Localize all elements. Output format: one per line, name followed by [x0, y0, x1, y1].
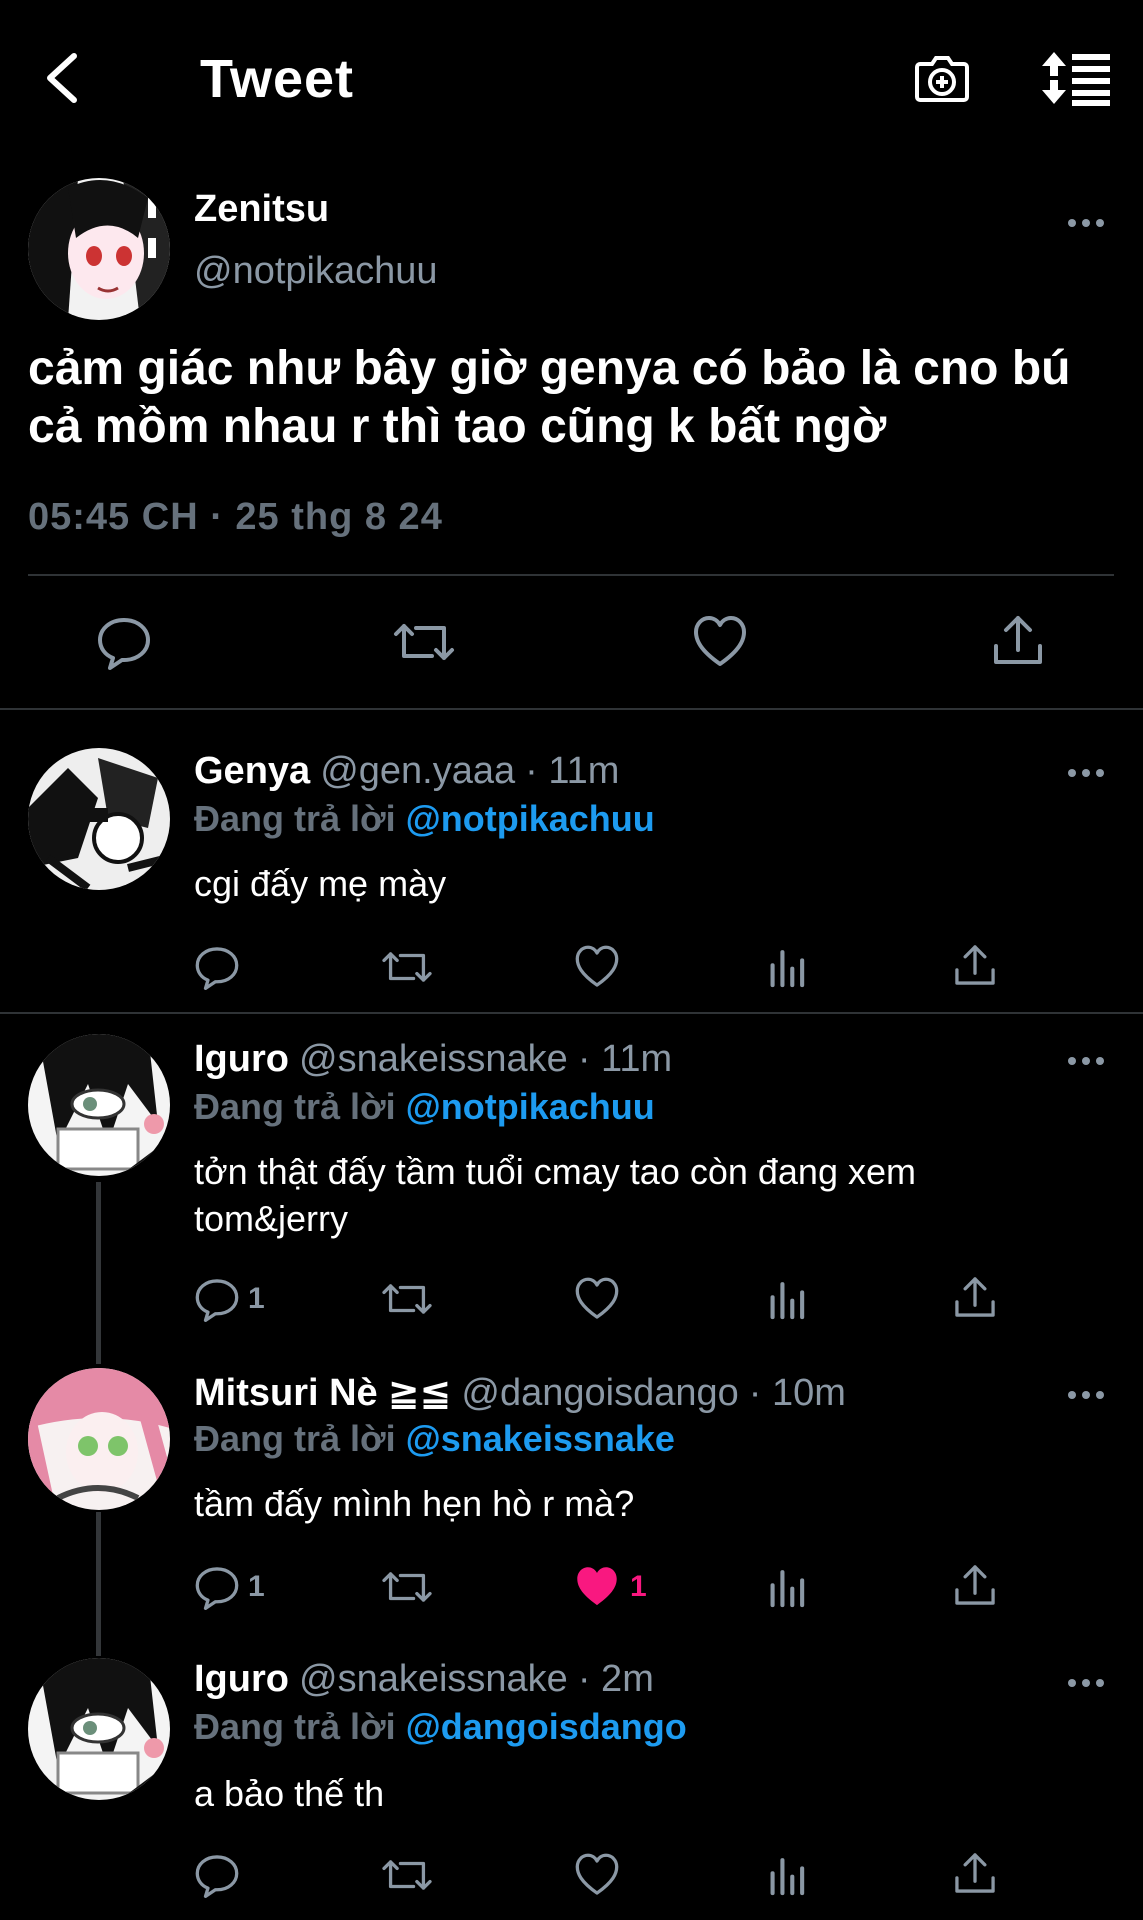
like-icon[interactable] [574, 944, 620, 990]
share-icon[interactable] [990, 612, 1046, 668]
avatar[interactable] [28, 748, 170, 890]
replying-to-label: Đang trả lời [194, 1706, 396, 1747]
more-options-icon[interactable] [1066, 766, 1106, 780]
replying-to-label: Đang trả lời [194, 798, 396, 839]
author-handle[interactable]: @dangoisdango [461, 1372, 738, 1414]
thread-line [96, 1512, 101, 1656]
thread-line [96, 1182, 101, 1364]
reply-count: 1 [248, 1570, 265, 1603]
views-icon[interactable] [766, 1852, 812, 1898]
avatar[interactable] [28, 1658, 170, 1800]
add-photo-camera-icon[interactable] [912, 48, 972, 108]
author-name[interactable]: Iguro [194, 1658, 289, 1700]
avatar[interactable] [28, 1034, 170, 1176]
divider [0, 708, 1143, 710]
author-name[interactable]: Genya [194, 750, 310, 792]
divider [0, 1012, 1143, 1014]
share-icon[interactable] [952, 1562, 998, 1608]
replying-to: Đang trả lời @notpikachuu [194, 1086, 655, 1128]
liked-heart-icon[interactable] [574, 1564, 620, 1610]
author-handle[interactable]: @snakeissnake [299, 1038, 568, 1080]
more-options-icon[interactable] [1066, 1388, 1106, 1402]
more-options-icon[interactable] [1066, 1054, 1106, 1068]
author-handle[interactable]: @snakeissnake [299, 1658, 568, 1700]
avatar[interactable] [28, 178, 170, 320]
avatar-image [28, 1658, 170, 1800]
share-icon[interactable] [952, 1274, 998, 1320]
replying-to: Đang trả lời @dangoisdango [194, 1706, 687, 1748]
reply-time: · 10m [748, 1372, 846, 1414]
reply-icon[interactable] [96, 614, 152, 670]
replying-to-label: Đang trả lời [194, 1418, 396, 1459]
author-name[interactable]: Iguro [194, 1038, 289, 1080]
reply-count: 1 [248, 1282, 265, 1315]
reply-text: cgi đấy mẹ mày [194, 863, 447, 904]
replying-to: Đang trả lời @snakeissnake [194, 1418, 675, 1460]
reply-text: tầm đấy mình hẹn hò r mà? [194, 1483, 635, 1524]
replying-to: Đang trả lời @notpikachuu [194, 798, 655, 840]
retweet-icon[interactable] [380, 1852, 434, 1898]
retweet-icon[interactable] [380, 1564, 434, 1610]
divider [28, 574, 1114, 576]
reply-text: a bảo thế th [194, 1773, 385, 1814]
mention-link[interactable]: @notpikachuu [406, 1086, 655, 1127]
name-emoticon: ≧≦ [387, 1372, 452, 1414]
views-icon[interactable] [766, 1276, 812, 1322]
page-title: Tweet [200, 49, 355, 109]
share-icon[interactable] [952, 942, 998, 988]
mention-link[interactable]: @notpikachuu [406, 798, 655, 839]
reply-icon[interactable] [194, 1564, 240, 1610]
more-options-icon[interactable] [1066, 1676, 1106, 1690]
author-name[interactable]: Zenitsu [194, 188, 329, 231]
replying-to-label: Đang trả lời [194, 1086, 396, 1127]
mention-link[interactable]: @snakeissnake [406, 1418, 675, 1459]
retweet-icon[interactable] [392, 614, 456, 670]
avatar-image [28, 1368, 170, 1510]
retweet-icon[interactable] [380, 1276, 434, 1322]
reply-time: · 2m [577, 1658, 654, 1700]
like-icon[interactable] [574, 1852, 620, 1898]
retweet-icon[interactable] [380, 944, 434, 990]
views-icon[interactable] [766, 1564, 812, 1610]
views-icon[interactable] [766, 944, 812, 990]
avatar-image [28, 748, 170, 890]
like-icon[interactable] [692, 614, 748, 670]
tweet-timestamp: 05:45 CH · 25 thg 8 24 [28, 496, 443, 538]
reply-icon[interactable] [194, 1852, 240, 1898]
like-count: 1 [630, 1570, 647, 1603]
reply-time: · 11m [525, 750, 620, 792]
more-options-icon[interactable] [1066, 216, 1106, 230]
like-icon[interactable] [574, 1276, 620, 1322]
share-icon[interactable] [952, 1850, 998, 1896]
sort-replies-icon[interactable] [1040, 48, 1112, 108]
tweet-text: cảm giác như bây giờ genya có bảo là cno… [28, 342, 1071, 453]
author-name[interactable]: Mitsuri Nè [194, 1372, 378, 1414]
reply-time: · 11m [577, 1038, 673, 1080]
avatar-image [28, 1034, 170, 1176]
reply-icon[interactable] [194, 1276, 240, 1322]
avatar-image [28, 178, 170, 320]
author-handle[interactable]: @gen.yaaa [320, 750, 515, 792]
mention-link[interactable]: @dangoisdango [406, 1706, 687, 1747]
avatar[interactable] [28, 1368, 170, 1510]
author-handle[interactable]: @notpikachuu [194, 250, 438, 293]
back-arrow-icon[interactable] [40, 50, 90, 106]
reply-icon[interactable] [194, 944, 240, 990]
reply-text: tởn thật đấy tầm tuổi cmay tao còn đang … [194, 1151, 916, 1239]
